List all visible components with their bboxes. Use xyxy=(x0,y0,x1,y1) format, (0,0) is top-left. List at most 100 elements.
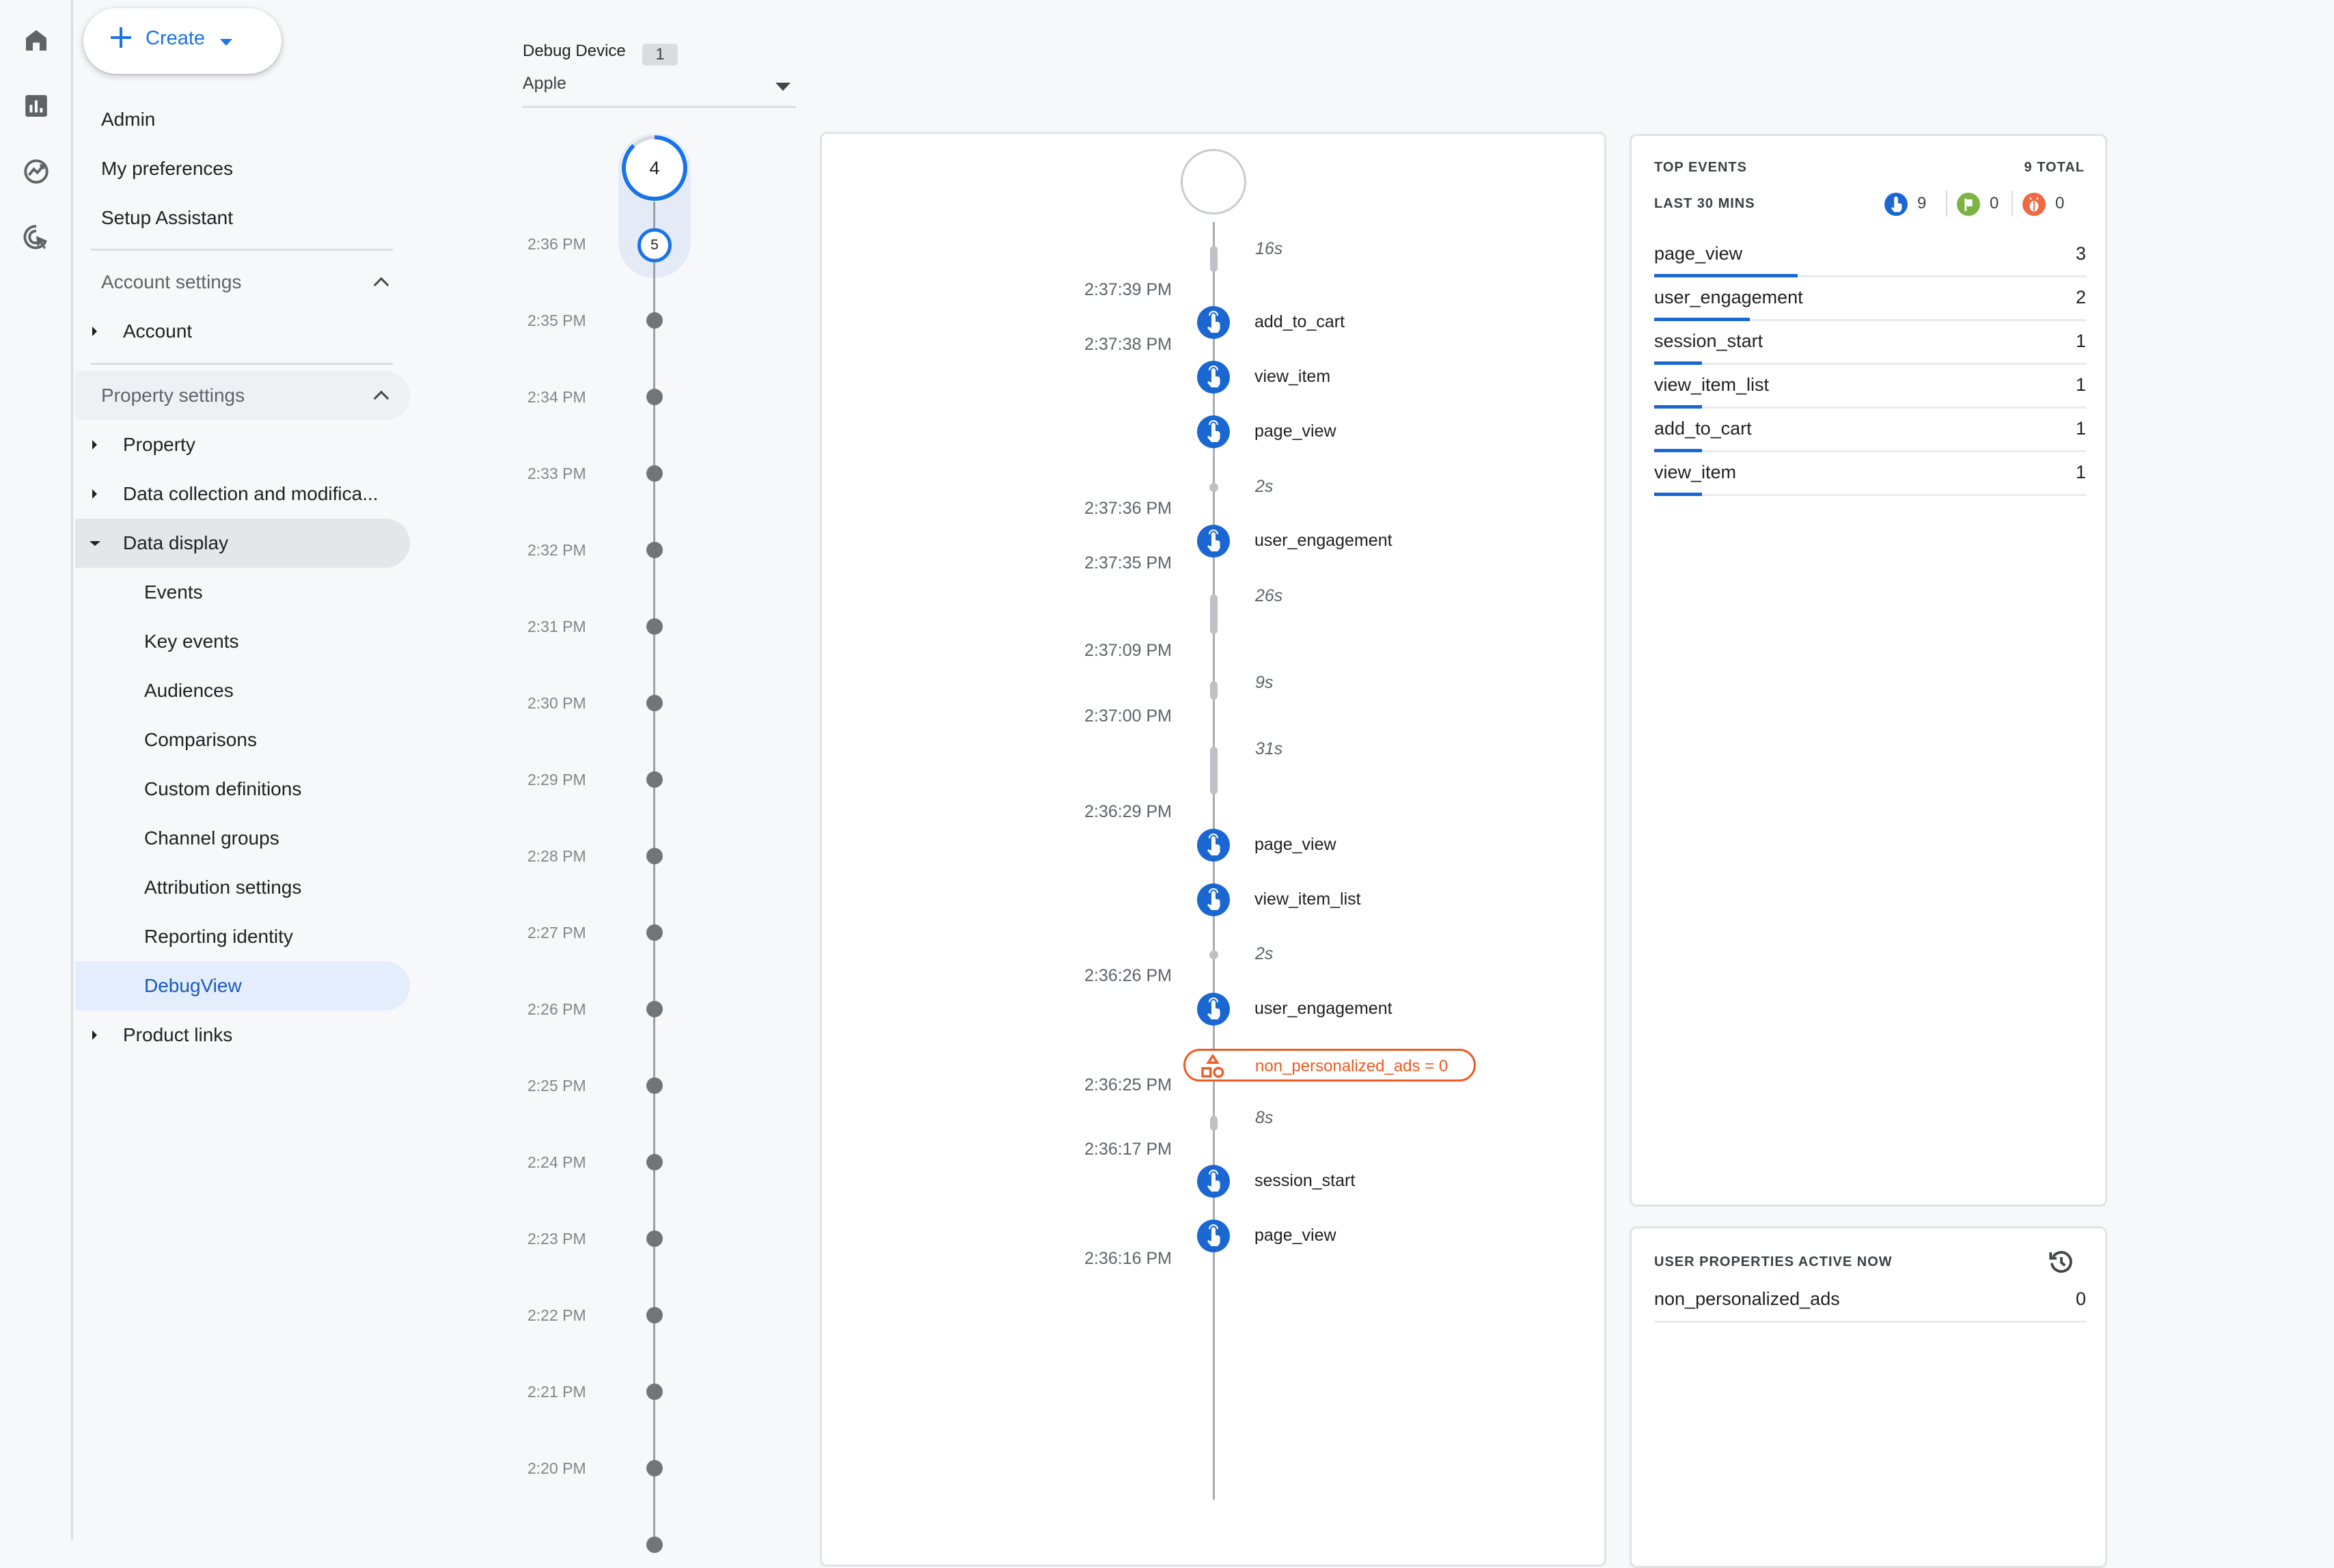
debug-device-select[interactable]: Apple xyxy=(523,68,796,108)
event-name[interactable]: view_item_list xyxy=(1254,890,1361,909)
event-name[interactable]: view_item xyxy=(1254,367,1330,387)
left-icon-rail xyxy=(0,0,73,1540)
nav-custom-definitions[interactable]: Custom definitions xyxy=(75,765,410,814)
event-touch-icon[interactable] xyxy=(1197,1165,1230,1198)
minute-label: 2:33 PM xyxy=(527,465,586,482)
errors-count-icon xyxy=(2022,193,2046,216)
debug-device-value: Apple xyxy=(523,74,566,93)
minute-dot[interactable] xyxy=(646,848,663,864)
minute-label: 2:26 PM xyxy=(527,1000,586,1018)
nav-admin[interactable]: Admin xyxy=(75,95,410,144)
minute-dot[interactable] xyxy=(646,542,663,558)
minute-dot[interactable] xyxy=(646,771,663,788)
nav-debugview-label: DebugView xyxy=(144,975,242,996)
events-count-icon xyxy=(1884,193,1908,216)
nav-property[interactable]: Property xyxy=(75,420,410,469)
event-touch-icon[interactable] xyxy=(1197,361,1230,394)
nav-debugview[interactable]: DebugView xyxy=(75,961,410,1010)
property-settings-label: Property settings xyxy=(101,385,245,406)
minute-dot[interactable] xyxy=(646,1077,663,1094)
minute-dot[interactable] xyxy=(646,1460,663,1476)
event-name[interactable]: user_engagement xyxy=(1254,999,1392,1019)
minute-dot[interactable] xyxy=(646,1230,663,1247)
nav-account[interactable]: Account xyxy=(75,307,410,356)
nav-account-settings[interactable]: Account settings xyxy=(75,258,410,307)
nav-setup-assistant[interactable]: Setup Assistant xyxy=(75,193,410,243)
event-name[interactable]: user_engagement xyxy=(1254,531,1392,551)
nav-my-preferences[interactable]: My preferences xyxy=(75,144,410,193)
nav-property-settings[interactable]: Property settings xyxy=(75,371,410,420)
gap-marker xyxy=(1210,594,1218,634)
top-event-row[interactable]: user_engagement 2 xyxy=(1654,277,2086,321)
nav-data-collection[interactable]: Data collection and modifica... xyxy=(75,469,410,519)
gap-marker xyxy=(1210,1116,1218,1131)
minute-dot[interactable] xyxy=(646,389,663,405)
create-label: Create xyxy=(146,27,206,49)
nav-data-display-label: Data display xyxy=(123,532,229,553)
top-event-row[interactable]: view_item 1 xyxy=(1654,452,2086,496)
top-event-count: 3 xyxy=(2075,243,2086,264)
minute-label: 2:34 PM xyxy=(527,388,586,406)
nav-channel-groups[interactable]: Channel groups xyxy=(75,814,410,863)
event-touch-icon[interactable] xyxy=(1197,306,1230,339)
gap-marker xyxy=(1209,483,1218,492)
nav-events[interactable]: Events xyxy=(75,568,410,617)
event-touch-icon[interactable] xyxy=(1197,829,1230,862)
minute-dot[interactable] xyxy=(646,924,663,941)
event-timestamp: 2:37:39 PM xyxy=(1084,280,1172,299)
history-icon[interactable] xyxy=(2047,1248,2076,1280)
gap-label: 8s xyxy=(1255,1108,1274,1127)
nav-comparisons[interactable]: Comparisons xyxy=(75,715,410,765)
nav-audiences[interactable]: Audiences xyxy=(75,666,410,715)
nav-key-events[interactable]: Key events xyxy=(75,617,410,666)
selected-minute-bubble[interactable]: 5 xyxy=(637,228,672,262)
nav-setup-assistant-label: Setup Assistant xyxy=(101,207,234,228)
top-event-row[interactable]: session_start 1 xyxy=(1654,321,2086,365)
current-minute-bubble[interactable]: 4 xyxy=(621,135,688,202)
event-name[interactable]: page_view xyxy=(1254,835,1336,855)
reports-icon[interactable] xyxy=(20,90,52,122)
event-touch-icon[interactable] xyxy=(1197,415,1230,448)
minute-dot[interactable] xyxy=(646,618,663,635)
home-icon[interactable] xyxy=(20,25,52,56)
minute-dot[interactable] xyxy=(646,1307,663,1323)
event-name[interactable]: add_to_cart xyxy=(1254,312,1345,332)
user-properties-card: USER PROPERTIES ACTIVE NOW non_personali… xyxy=(1630,1226,2107,1568)
user-property-change-pill[interactable]: non_personalized_ads = 0 xyxy=(1183,1049,1476,1082)
event-name[interactable]: session_start xyxy=(1254,1171,1355,1191)
nav-reporting-identity[interactable]: Reporting identity xyxy=(75,912,410,961)
minute-dot[interactable] xyxy=(646,1154,663,1170)
create-button[interactable]: Create xyxy=(83,8,282,74)
nav-data-collection-label: Data collection and modifica... xyxy=(123,483,379,504)
gap-marker xyxy=(1210,747,1218,795)
minute-dot[interactable] xyxy=(646,1001,663,1017)
count-separator xyxy=(2012,191,2013,217)
top-event-name: view_item_list xyxy=(1654,374,1770,395)
top-event-row[interactable]: page_view 3 xyxy=(1654,234,2086,277)
top-event-row[interactable]: add_to_cart 1 xyxy=(1654,409,2086,452)
minute-label: 2:29 PM xyxy=(527,771,586,788)
event-name[interactable]: page_view xyxy=(1254,1226,1336,1246)
event-timestamp: 2:36:16 PM xyxy=(1084,1249,1172,1268)
minute-dot[interactable] xyxy=(646,695,663,711)
user-property-row[interactable]: non_personalized_ads 0 xyxy=(1654,1279,2086,1323)
event-touch-icon[interactable] xyxy=(1197,883,1230,916)
minute-label: 2:25 PM xyxy=(527,1077,586,1095)
minute-dot[interactable] xyxy=(646,1384,663,1400)
event-touch-icon[interactable] xyxy=(1197,525,1230,558)
minute-label: 2:32 PM xyxy=(527,541,586,559)
user-properties-title: USER PROPERTIES ACTIVE NOW xyxy=(1654,1254,1893,1269)
nav-data-display[interactable]: Data display xyxy=(75,519,410,568)
event-timestamp: 2:37:09 PM xyxy=(1084,641,1172,660)
minute-dot[interactable] xyxy=(646,1537,663,1553)
top-event-row[interactable]: view_item_list 1 xyxy=(1654,365,2086,409)
advertising-icon[interactable] xyxy=(20,221,52,253)
event-touch-icon[interactable] xyxy=(1197,1220,1230,1252)
explore-icon[interactable] xyxy=(20,156,52,187)
event-touch-icon[interactable] xyxy=(1197,993,1230,1026)
nav-attribution-settings[interactable]: Attribution settings xyxy=(75,863,410,912)
minute-dot[interactable] xyxy=(646,312,663,329)
event-name[interactable]: page_view xyxy=(1254,422,1336,441)
nav-product-links[interactable]: Product links xyxy=(75,1010,410,1060)
minute-dot[interactable] xyxy=(646,465,663,482)
